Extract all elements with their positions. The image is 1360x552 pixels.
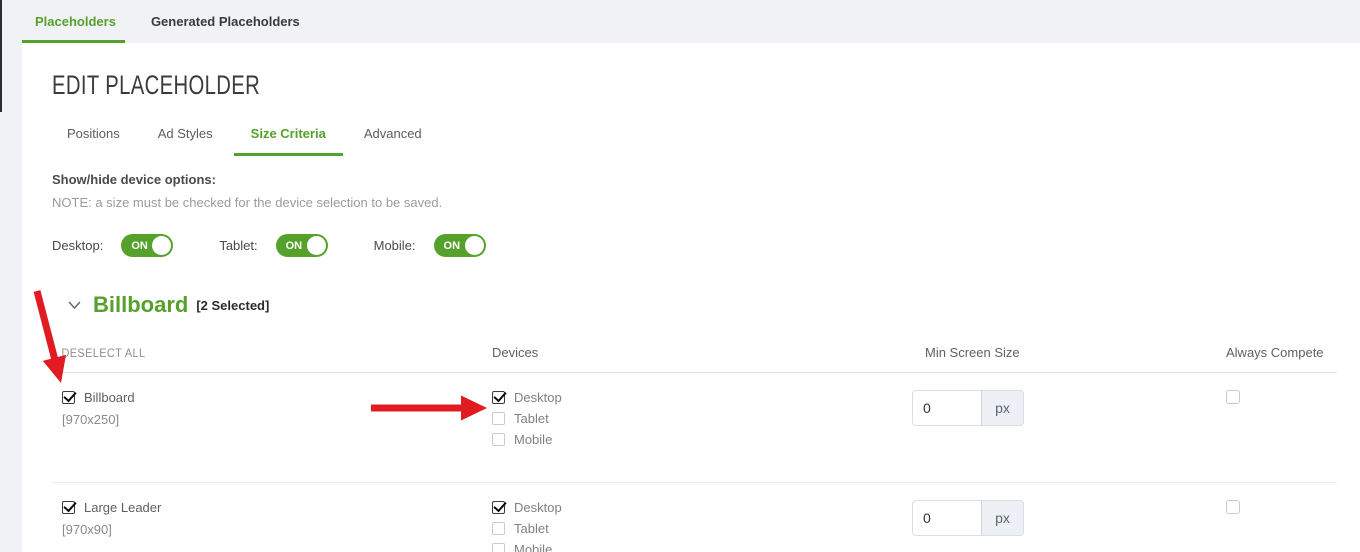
always-compete-checkbox[interactable] [1226, 500, 1240, 514]
billboard-section-header: Billboard [2 Selected] [68, 292, 1360, 318]
mobile-toggle-state: ON [444, 240, 461, 252]
top-tab-bar: Placeholders Generated Placeholders [0, 0, 1360, 43]
device-label: Tablet [514, 411, 549, 426]
toggle-knob [465, 236, 484, 255]
device-options-label: Show/hide device options: [52, 172, 1360, 187]
mobile-toggle[interactable]: ON [434, 234, 486, 257]
desktop-toggle-state: ON [131, 240, 148, 252]
col-header-devices: Devices [492, 345, 912, 360]
selected-count-badge: [2 Selected] [196, 298, 269, 313]
sub-tab-bar: Positions Ad Styles Size Criteria Advanc… [52, 126, 1360, 156]
device-toggles: Desktop: ON Tablet: ON Mobile: ON [52, 234, 1360, 257]
device-label: Mobile [514, 432, 552, 447]
px-unit-addon: px [982, 500, 1024, 536]
chevron-down-icon[interactable] [68, 301, 81, 310]
subtab-positions[interactable]: Positions [67, 126, 120, 156]
size-checkbox-billboard[interactable] [62, 391, 75, 404]
device-checkbox-mobile[interactable] [492, 433, 505, 446]
page-title: EDIT PLACEHOLDER [52, 70, 1033, 101]
always-compete-checkbox[interactable] [1226, 390, 1240, 404]
deselect-all-link[interactable]: DESELECT ALL [52, 348, 470, 360]
device-label: Mobile [514, 542, 552, 552]
device-label: Desktop [514, 500, 562, 515]
px-unit-addon: px [982, 390, 1024, 426]
subtab-advanced[interactable]: Advanced [364, 126, 422, 156]
col-header-min-screen-size: Min Screen Size [912, 345, 1185, 360]
device-checkbox-tablet[interactable] [492, 412, 505, 425]
toggle-knob [307, 236, 326, 255]
min-screen-size-input[interactable] [912, 500, 982, 536]
size-dimensions: [970x250] [62, 412, 492, 427]
col-header-always-compete: Always Compete [1185, 345, 1337, 360]
desktop-toggle[interactable]: ON [121, 234, 173, 257]
section-title: Billboard [93, 292, 188, 318]
table-header-row: DESELECT ALL Devices Min Screen Size Alw… [52, 345, 1337, 373]
subtab-size-criteria[interactable]: Size Criteria [234, 126, 343, 156]
device-checkbox-tablet[interactable] [492, 522, 505, 535]
min-screen-size-input[interactable] [912, 390, 982, 426]
table-row: Large Leader [970x90] Desktop Tablet Mob… [52, 482, 1337, 552]
device-checkbox-desktop[interactable] [492, 391, 505, 404]
size-criteria-table: DESELECT ALL Devices Min Screen Size Alw… [52, 345, 1337, 552]
tab-generated-placeholders[interactable]: Generated Placeholders [151, 14, 300, 29]
size-dimensions: [970x90] [62, 522, 492, 537]
device-label: Desktop [514, 390, 562, 405]
subtab-ad-styles[interactable]: Ad Styles [158, 126, 213, 156]
toggle-knob [152, 236, 171, 255]
table-row: Billboard [970x250] Desktop Tablet Mobil… [52, 373, 1337, 482]
desktop-toggle-label: Desktop: [52, 238, 103, 253]
device-checkbox-desktop[interactable] [492, 501, 505, 514]
device-label: Tablet [514, 521, 549, 536]
tablet-toggle-state: ON [286, 240, 303, 252]
size-name: Billboard [84, 390, 135, 405]
tablet-toggle-label: Tablet: [219, 238, 257, 253]
tablet-toggle[interactable]: ON [276, 234, 328, 257]
content-panel: EDIT PLACEHOLDER Positions Ad Styles Siz… [22, 43, 1360, 552]
device-checkbox-mobile[interactable] [492, 543, 505, 552]
size-name: Large Leader [84, 500, 161, 515]
mobile-toggle-label: Mobile: [374, 238, 416, 253]
tab-placeholders[interactable]: Placeholders [35, 14, 116, 29]
device-options-note: NOTE: a size must be checked for the dev… [52, 195, 1360, 210]
size-checkbox-large-leader[interactable] [62, 501, 75, 514]
